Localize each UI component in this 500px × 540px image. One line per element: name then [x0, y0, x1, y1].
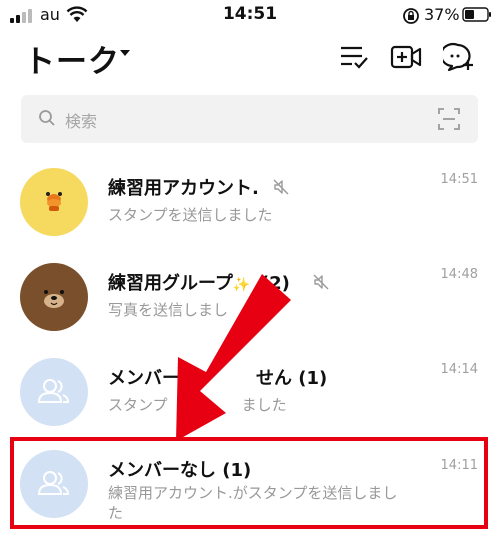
search-icon: [39, 110, 55, 126]
search-placeholder: 検索: [65, 112, 98, 131]
group-avatar-icon: [37, 379, 70, 403]
battery-icon: [462, 7, 491, 22]
status-bar: au 14:51 37%: [0, 0, 500, 32]
qr-scan-icon[interactable]: [438, 108, 460, 130]
chat-last-message: スタンプ ました: [108, 396, 287, 414]
avatar: [20, 358, 88, 426]
chat-time: 14:51: [440, 172, 478, 187]
video-call-icon[interactable]: [390, 42, 422, 72]
avatar: [20, 168, 88, 236]
mute-icon: [273, 179, 289, 195]
chat-time: 14:14: [440, 362, 478, 377]
sally-avatar-icon: [46, 192, 62, 211]
avatar: [20, 263, 88, 331]
new-chat-icon[interactable]: [443, 42, 475, 72]
highlight-box: [10, 437, 488, 529]
title-dropdown-caret-icon[interactable]: [120, 50, 130, 56]
chat-time: 14:48: [440, 267, 478, 282]
chat-name: 練習用グループ✨ (2): [108, 273, 290, 294]
chat-last-message: 写真を送信しまし: [108, 301, 229, 319]
page-title[interactable]: トーク: [24, 36, 120, 81]
edit-list-icon[interactable]: [338, 42, 370, 72]
party-emoji: ✨: [232, 277, 251, 293]
chat-name: メンバー せん (1): [108, 368, 328, 389]
battery-percent: 37%: [424, 5, 460, 24]
chat-row[interactable]: 練習用アカウント. スタンプを送信しました 14:51: [0, 168, 500, 260]
rotation-lock-icon: [403, 8, 419, 24]
chat-name: 練習用アカウント.: [108, 178, 259, 199]
search-bar[interactable]: 検索: [21, 95, 478, 143]
mute-icon: [313, 274, 329, 290]
chat-row[interactable]: 練習用グループ✨ (2) 写真を送信しまし 14:48: [0, 263, 500, 355]
chat-last-message: スタンプを送信しました: [108, 206, 273, 224]
brown-bear-avatar-icon: [44, 290, 64, 308]
